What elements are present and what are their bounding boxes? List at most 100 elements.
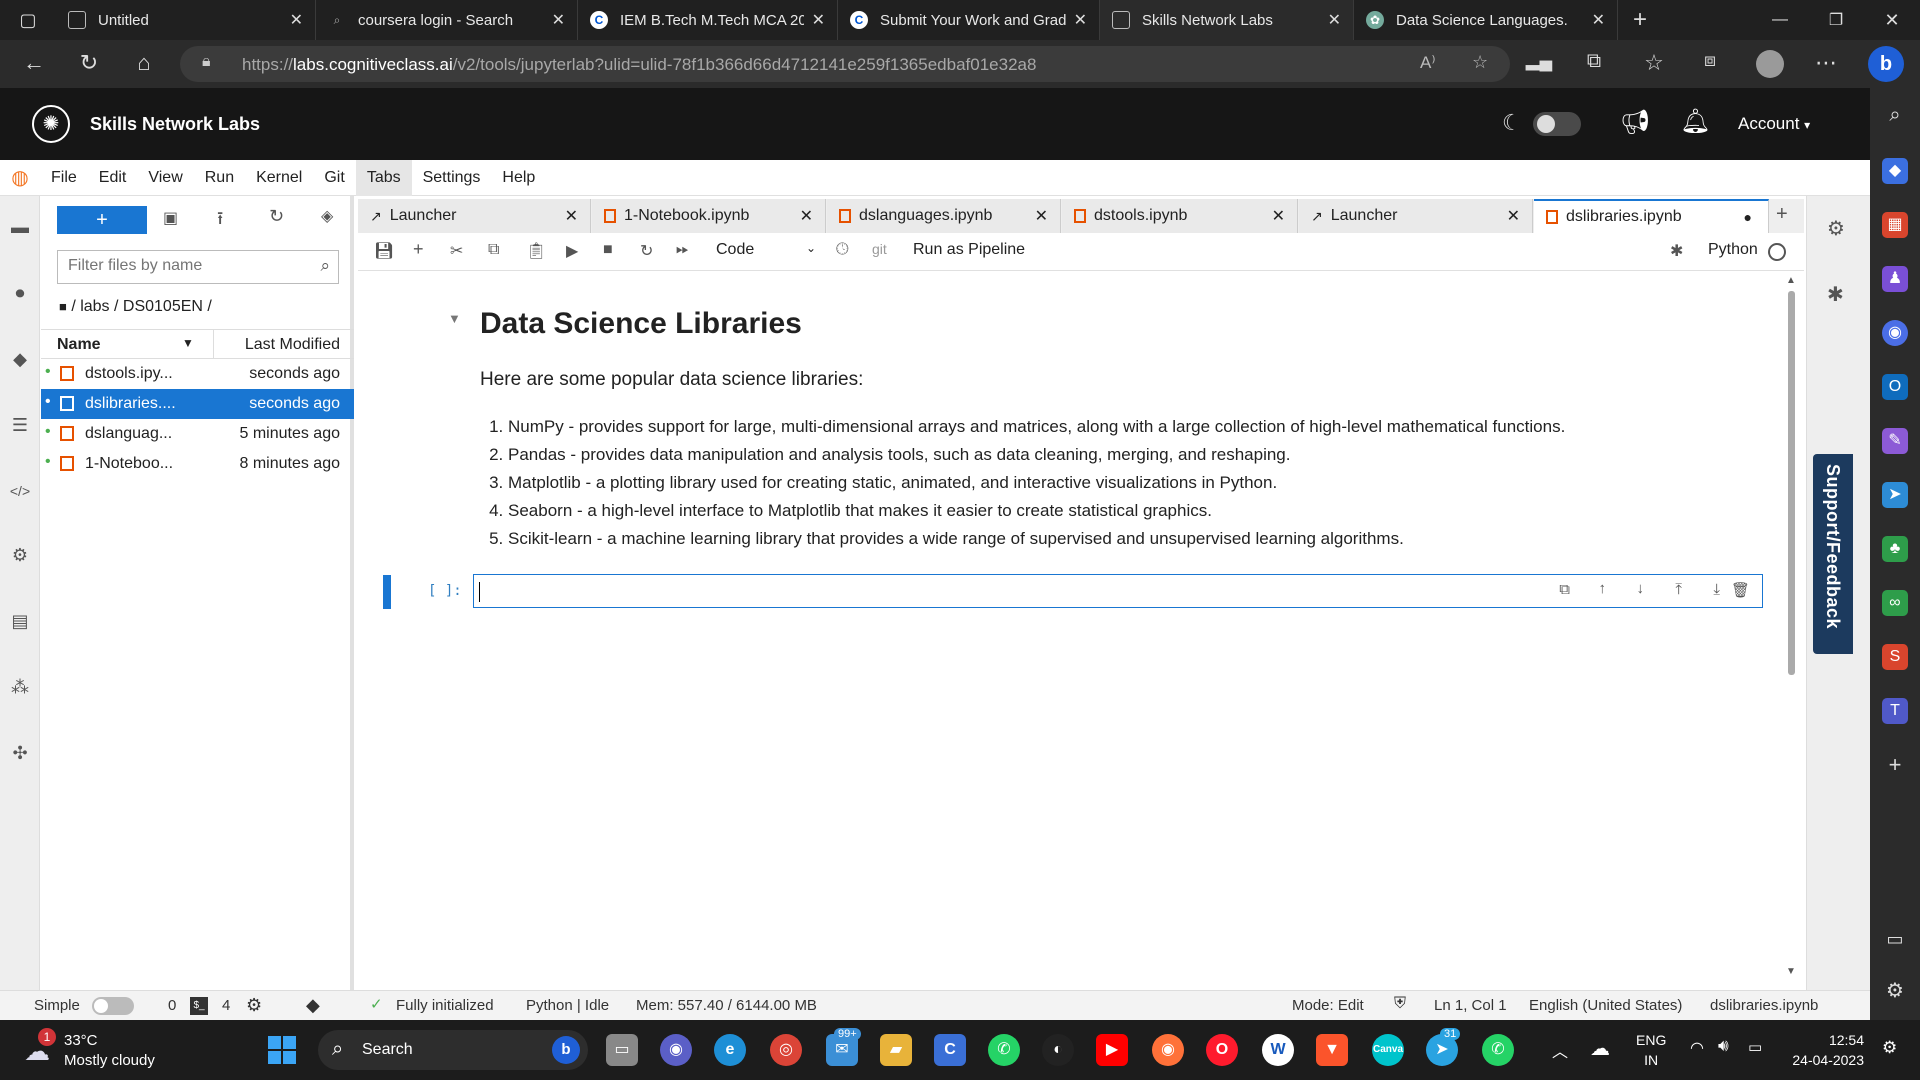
sidebar-toggle-icon[interactable]: ▭: [1882, 926, 1908, 952]
opera-icon[interactable]: O: [1206, 1034, 1238, 1066]
unsaved-dot-icon[interactable]: ●: [1744, 209, 1752, 225]
close-icon[interactable]: ✕: [565, 206, 578, 226]
toc-icon[interactable]: ☰: [7, 412, 33, 438]
close-icon[interactable]: ✕: [1272, 206, 1285, 226]
tab-dstools[interactable]: dstools.ipynb ✕: [1062, 199, 1298, 233]
battery-icon[interactable]: ▭: [1748, 1038, 1762, 1056]
maximize-icon[interactable]: ❐: [1808, 10, 1864, 30]
close-icon[interactable]: ✕: [1074, 10, 1087, 30]
menu-settings[interactable]: Settings: [412, 160, 492, 196]
minimize-icon[interactable]: —: [1752, 11, 1808, 29]
gear-icon[interactable]: ⚙: [1882, 978, 1908, 1004]
notification-center-icon[interactable]: ⚙: [1882, 1038, 1897, 1058]
drop-icon[interactable]: S: [1882, 644, 1908, 670]
restart-icon[interactable]: ↻: [640, 241, 653, 261]
back-arrow-icon[interactable]: ←: [20, 50, 48, 76]
shield-icon[interactable]: ⛨: [1394, 995, 1406, 1013]
whatsapp-icon[interactable]: ✆: [988, 1034, 1020, 1066]
profile-avatar[interactable]: [1756, 50, 1784, 78]
tab-actions-icon[interactable]: ▢: [0, 0, 56, 40]
clock[interactable]: 12:54 24-04-2023: [1788, 1030, 1864, 1070]
git-clone-icon[interactable]: ◈: [321, 206, 333, 226]
folder-icon[interactable]: ■: [59, 299, 67, 314]
task-view-icon[interactable]: ▭: [606, 1034, 638, 1066]
reload-icon[interactable]: ↻: [75, 50, 103, 76]
menu-kernel[interactable]: Kernel: [245, 160, 313, 196]
browser-tab-skills-network[interactable]: Skills Network Labs ✕: [1100, 0, 1354, 40]
tree-icon[interactable]: ♣: [1882, 536, 1908, 562]
property-inspector-icon[interactable]: ⚙: [1827, 216, 1845, 241]
clock-icon[interactable]: 🕓︎: [836, 241, 849, 259]
git-icon[interactable]: ◆: [7, 346, 33, 372]
support-feedback-tab[interactable]: Support/Feedback: [1813, 454, 1853, 654]
move-down-icon[interactable]: ↓: [1637, 580, 1645, 597]
paste-icon[interactable]: 📋︎: [526, 241, 546, 261]
github-icon[interactable]: ◐: [1042, 1034, 1074, 1066]
cell-type-select[interactable]: Code ⌄: [716, 241, 816, 259]
more-options-icon[interactable]: ⋯: [1812, 50, 1840, 76]
megaphone-icon[interactable]: 📢︎: [1620, 108, 1650, 137]
close-icon[interactable]: ✕: [812, 10, 825, 30]
close-icon[interactable]: ✕: [800, 206, 813, 226]
move-up-icon[interactable]: ↑: [1599, 580, 1607, 597]
insert-below-icon[interactable]: ⤓: [1713, 581, 1720, 598]
send-icon[interactable]: ➤: [1882, 482, 1908, 508]
kernel-name[interactable]: Python: [1708, 241, 1758, 259]
canva-icon[interactable]: Canva: [1372, 1034, 1404, 1066]
close-icon[interactable]: ✕: [1592, 10, 1605, 30]
bell-icon[interactable]: 🔔︎: [1680, 107, 1710, 136]
property-inspector-icon[interactable]: ⚙: [7, 542, 33, 568]
search-icon[interactable]: ⌕: [1882, 102, 1908, 128]
firefox-icon[interactable]: ◉: [1152, 1034, 1184, 1066]
debugger-icon[interactable]: ▤: [7, 608, 33, 634]
bing-copilot-icon[interactable]: b: [1868, 46, 1904, 82]
performance-icon[interactable]: ▂▄: [1525, 50, 1553, 71]
copy-icon[interactable]: ⧉: [488, 241, 499, 259]
file-row[interactable]: • 1-Noteboo... 8 minutes ago: [41, 449, 354, 479]
onedrive-icon[interactable]: ☁: [1590, 1036, 1610, 1061]
designer-icon[interactable]: ✎: [1882, 428, 1908, 454]
file-row[interactable]: • dstools.ipy... seconds ago: [41, 359, 354, 389]
browser-tab-iem[interactable]: C IEM B.Tech M.Tech MCA 202 ✕: [578, 0, 838, 40]
stop-icon[interactable]: ■: [603, 241, 613, 259]
edge-icon[interactable]: e: [714, 1034, 746, 1066]
debugger-bug-icon[interactable]: ✱: [1827, 282, 1844, 307]
favorites-icon[interactable]: ☆: [1640, 50, 1668, 76]
folder-icon[interactable]: ▬: [7, 214, 33, 240]
home-icon[interactable]: ⌂: [130, 50, 158, 76]
tab-1-notebook[interactable]: 1-Notebook.ipynb ✕: [592, 199, 826, 233]
word-icon[interactable]: W: [1262, 1034, 1294, 1066]
scroll-up-icon[interactable]: ▲: [1786, 275, 1796, 286]
menu-run[interactable]: Run: [194, 160, 245, 196]
filter-input[interactable]: [58, 251, 298, 281]
file-row[interactable]: • dslanguag... 5 minutes ago: [41, 419, 354, 449]
meet-icon[interactable]: ◉: [660, 1034, 692, 1066]
canvas-c-icon[interactable]: C: [934, 1034, 966, 1066]
scrollbar[interactable]: ▲ ▼: [1785, 275, 1797, 977]
youtube-icon[interactable]: ▶: [1096, 1034, 1128, 1066]
brave-icon[interactable]: ▼: [1316, 1034, 1348, 1066]
code-icon[interactable]: </>: [7, 478, 33, 504]
chrome-icon[interactable]: ◎: [770, 1034, 802, 1066]
cursor-position[interactable]: Ln 1, Col 1: [1434, 997, 1507, 1014]
new-tab-button[interactable]: +: [1618, 6, 1662, 34]
extensions-icon[interactable]: ⧉: [1580, 50, 1608, 73]
close-icon[interactable]: ✕: [552, 10, 565, 30]
close-window-icon[interactable]: ✕: [1864, 10, 1920, 31]
tab-dslanguages[interactable]: dslanguages.ipynb ✕: [827, 199, 1061, 233]
run-all-icon[interactable]: ⏩︎: [676, 241, 689, 259]
tab-dslibraries[interactable]: dslibraries.ipynb ●: [1534, 199, 1769, 233]
close-icon[interactable]: ✕: [1507, 206, 1520, 226]
browser-tab-submit[interactable]: C Submit Your Work and Grad ✕: [838, 0, 1100, 40]
simple-mode-toggle[interactable]: [92, 997, 134, 1015]
filter-input-box[interactable]: ⌕: [57, 250, 339, 284]
app-icon[interactable]: ∞: [1882, 590, 1908, 616]
upload-icon[interactable]: ⭱: [217, 206, 223, 236]
insert-above-icon[interactable]: ⤒: [1675, 581, 1682, 598]
browser-tab-search[interactable]: ⌕ coursera login - Search ✕: [316, 0, 578, 40]
account-menu[interactable]: Account ▾: [1738, 114, 1810, 134]
run-as-pipeline-button[interactable]: Run as Pipeline: [913, 241, 1025, 259]
collapse-caret-icon[interactable]: ▼: [448, 311, 461, 326]
whatsapp-desktop-icon[interactable]: ✆: [1482, 1034, 1514, 1066]
games-icon[interactable]: ♟: [1882, 266, 1908, 292]
